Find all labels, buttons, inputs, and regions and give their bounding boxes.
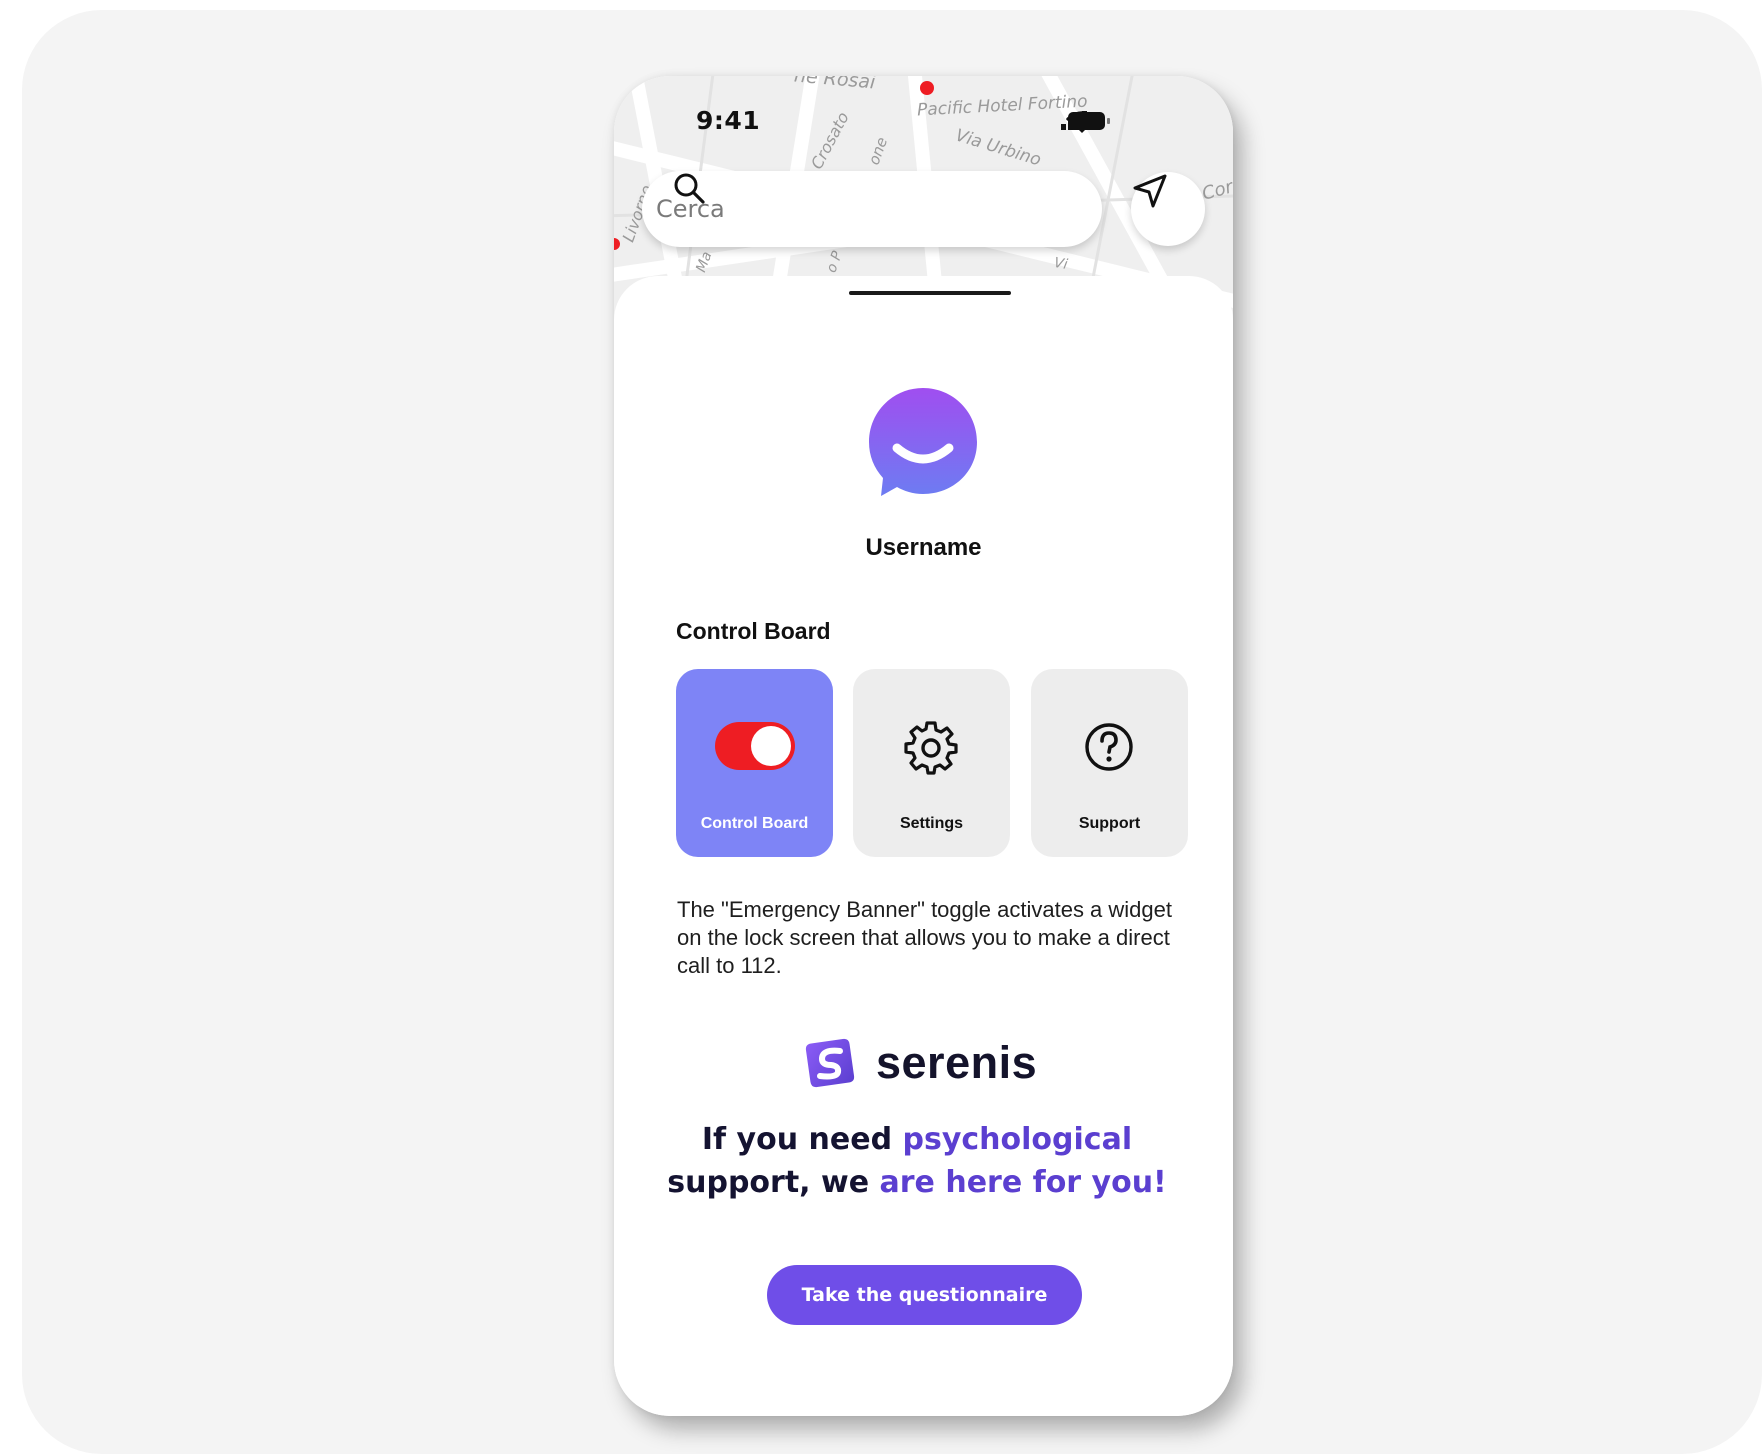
tile-label: Control Board bbox=[700, 815, 809, 832]
brand-name: serenis bbox=[876, 1037, 1038, 1088]
headline-part: support, bbox=[667, 1165, 821, 1200]
username: Username bbox=[865, 534, 982, 561]
emergency-toggle[interactable] bbox=[715, 722, 795, 770]
locate-button[interactable] bbox=[1131, 172, 1205, 246]
question-circle-icon bbox=[1085, 723, 1133, 771]
serenis-brand: serenis bbox=[804, 1037, 1037, 1089]
section-title: Control Board bbox=[676, 618, 831, 644]
tile-label: Settings bbox=[899, 815, 964, 832]
search-input[interactable] bbox=[654, 194, 1018, 224]
battery-icon bbox=[1068, 112, 1110, 130]
headline-part: If you need bbox=[701, 1122, 903, 1157]
tile-label: Support bbox=[1078, 815, 1141, 832]
headline-part: we bbox=[821, 1165, 880, 1200]
toggle-knob bbox=[751, 726, 791, 766]
tile-support[interactable]: Support bbox=[1031, 669, 1188, 857]
tile-settings[interactable]: Settings bbox=[853, 669, 1010, 857]
background-canvas: ne Rosai Pacific Hotel Fortino Via Urbin… bbox=[22, 10, 1762, 1454]
bottom-sheet: Username Control Board Control Board Set… bbox=[614, 276, 1233, 1416]
tile-control-board[interactable]: Control Board bbox=[676, 669, 833, 857]
headline-accent: are here for you! bbox=[879, 1165, 1167, 1200]
avatar bbox=[869, 388, 977, 496]
headline-accent: psychological bbox=[902, 1122, 1133, 1157]
gear-icon bbox=[904, 721, 958, 775]
emergency-banner-description: The "Emergency Banner" toggle activates … bbox=[677, 897, 1172, 978]
take-questionnaire-button[interactable]: Take the questionnaire bbox=[767, 1265, 1082, 1325]
search-bar[interactable] bbox=[642, 171, 1102, 247]
serenis-logo bbox=[805, 1038, 855, 1088]
navigation-arrow-icon bbox=[1133, 174, 1167, 208]
map-label: Vi bbox=[1052, 254, 1069, 274]
search-icon bbox=[674, 173, 705, 204]
phone-screen: ne Rosai Pacific Hotel Fortino Via Urbin… bbox=[614, 76, 1233, 1416]
sheet-grabber[interactable] bbox=[849, 291, 1011, 295]
support-headline: If you need psychological support, we ar… bbox=[614, 1118, 1220, 1204]
status-time: 9:41 bbox=[696, 106, 761, 135]
